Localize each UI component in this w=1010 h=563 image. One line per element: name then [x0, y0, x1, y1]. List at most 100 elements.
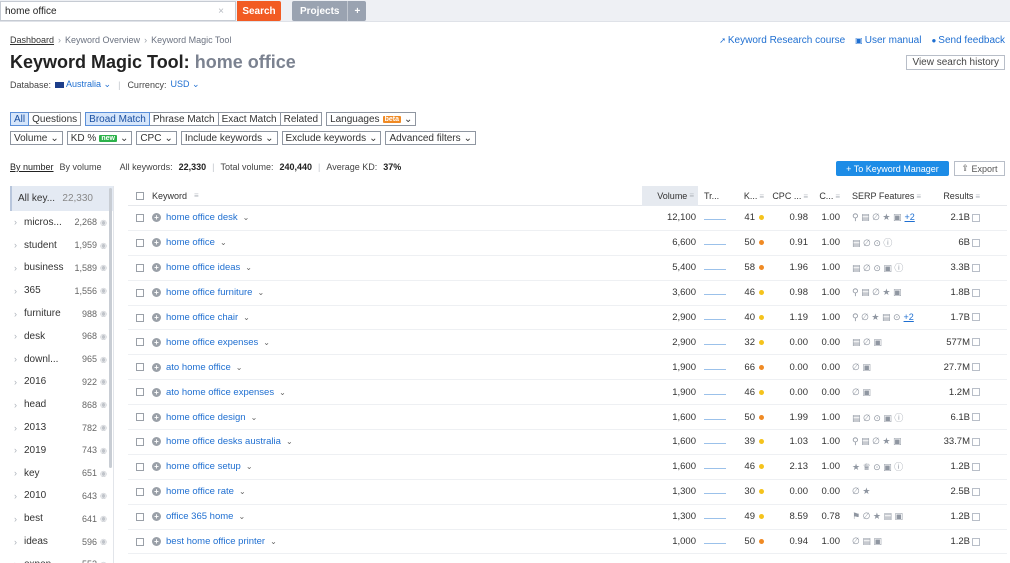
header-competition[interactable]: C... ≡	[812, 191, 844, 201]
row-checkbox[interactable]	[136, 512, 144, 521]
keyword-link[interactable]: home office rate	[166, 486, 234, 497]
currency-select[interactable]: USD ⌄	[170, 79, 199, 90]
tab-broad-match[interactable]: Broad Match	[85, 112, 150, 126]
keyword-link[interactable]: home office furniture	[166, 287, 252, 298]
eye-icon[interactable]: ◉	[97, 423, 107, 432]
add-keyword-icon[interactable]: +	[152, 213, 161, 223]
header-kd[interactable]: K... ≡	[730, 191, 770, 201]
keyword-link[interactable]: office 365 home	[166, 511, 233, 522]
keyword-link[interactable]: home office	[166, 237, 215, 248]
keyword-link[interactable]: home office design	[166, 412, 246, 423]
search-button[interactable]: Search	[237, 1, 281, 21]
header-serp-features[interactable]: SERP Features ≡	[844, 191, 930, 201]
chevron-down-icon[interactable]: ⌄	[263, 338, 270, 347]
tab-questions[interactable]: Questions	[29, 112, 82, 126]
keyword-link[interactable]: home office expenses	[166, 337, 258, 348]
sidebar-item[interactable]: › 2019 743 ◉	[10, 439, 113, 462]
advanced-filters[interactable]: Advanced filters ⌄	[385, 131, 477, 145]
sidebar-item[interactable]: ›expen...552◉	[10, 553, 113, 563]
keyword-link[interactable]: home office desk	[166, 212, 238, 223]
serp-snapshot-icon[interactable]	[972, 288, 980, 297]
sidebar-item[interactable]: › 365 1,556 ◉	[10, 279, 113, 302]
eye-icon[interactable]: ◉	[97, 377, 107, 386]
chevron-down-icon[interactable]: ⌄	[243, 313, 250, 322]
row-checkbox[interactable]	[136, 313, 144, 322]
eye-icon[interactable]: ◉	[97, 355, 107, 364]
sidebar-item[interactable]: › best 641 ◉	[10, 507, 113, 530]
keyword-link[interactable]: home office ideas	[166, 262, 240, 273]
chevron-down-icon[interactable]: ⌄	[220, 238, 227, 247]
add-keyword-icon[interactable]: +	[152, 238, 161, 248]
serp-snapshot-icon[interactable]	[972, 437, 980, 446]
add-keyword-icon[interactable]: +	[152, 412, 161, 422]
keyword-link[interactable]: home office setup	[166, 461, 241, 472]
chevron-down-icon[interactable]: ⌄	[239, 487, 246, 496]
eye-icon[interactable]: ◉	[97, 309, 107, 318]
eye-icon[interactable]: ◉	[97, 286, 107, 295]
row-checkbox[interactable]	[136, 413, 144, 422]
eye-icon[interactable]: ◉	[97, 218, 107, 227]
sidebar-item[interactable]: › key 651 ◉	[10, 462, 113, 485]
eye-icon[interactable]: ◉	[97, 514, 107, 523]
tab-all[interactable]: All	[10, 112, 30, 126]
eye-icon[interactable]: ◉	[97, 263, 107, 272]
sidebar-item[interactable]: › 2010 643 ◉	[10, 485, 113, 508]
group-by-number[interactable]: By number	[10, 162, 54, 172]
sidebar-item[interactable]: › ideas 596 ◉	[10, 530, 113, 553]
add-keyword-icon[interactable]: +	[152, 437, 161, 447]
eye-icon[interactable]: ◉	[97, 446, 107, 455]
feedback-link[interactable]: ● Send feedback	[931, 35, 1005, 46]
sidebar-item[interactable]: › desk 968 ◉	[10, 325, 113, 348]
serp-snapshot-icon[interactable]	[972, 313, 980, 322]
keyword-link[interactable]: home office desks australia	[166, 436, 281, 447]
sidebar-item[interactable]: › 2013 782 ◉	[10, 416, 113, 439]
row-checkbox[interactable]	[136, 263, 144, 272]
volume-filter[interactable]: Volume ⌄	[10, 131, 63, 145]
serp-snapshot-icon[interactable]	[972, 487, 980, 496]
add-keyword-icon[interactable]: +	[152, 263, 161, 273]
database-select[interactable]: Australia ⌄	[55, 79, 111, 90]
add-keyword-icon[interactable]: +	[152, 337, 161, 347]
row-checkbox[interactable]	[136, 288, 144, 297]
serp-snapshot-icon[interactable]	[972, 213, 980, 222]
eye-icon[interactable]: ◉	[97, 400, 107, 409]
sidebar-item-all-keywords[interactable]: All key... 22,330	[10, 186, 113, 211]
row-checkbox[interactable]	[136, 437, 144, 446]
header-volume[interactable]: Volume ≡	[642, 185, 698, 206]
tab-phrase-match[interactable]: Phrase Match	[149, 112, 219, 126]
group-by-volume[interactable]: By volume	[60, 162, 102, 172]
serp-snapshot-icon[interactable]	[972, 363, 980, 372]
exclude-keywords-filter[interactable]: Exclude keywords ⌄	[281, 131, 382, 145]
tab-exact-match[interactable]: Exact Match	[218, 112, 281, 126]
chevron-down-icon[interactable]: ⌄	[286, 437, 293, 446]
row-checkbox[interactable]	[136, 537, 144, 546]
sidebar-item[interactable]: › furniture 988 ◉	[10, 302, 113, 325]
sidebar-scrollbar[interactable]	[109, 188, 112, 468]
serp-snapshot-icon[interactable]	[972, 238, 980, 247]
keyword-link[interactable]: best home office printer	[166, 536, 265, 547]
header-keyword[interactable]: Keyword ≡	[152, 191, 642, 201]
select-all-checkbox[interactable]	[136, 191, 144, 200]
header-trend[interactable]: Tr...	[698, 191, 730, 201]
include-keywords-filter[interactable]: Include keywords ⌄	[180, 131, 278, 145]
sidebar-item[interactable]: › head 868 ◉	[10, 393, 113, 416]
serp-more-link[interactable]: +2	[904, 312, 914, 322]
chevron-down-icon[interactable]: ⌄	[270, 537, 277, 546]
tab-related[interactable]: Related	[280, 112, 323, 126]
add-keyword-icon[interactable]: +	[152, 512, 161, 522]
add-keyword-icon[interactable]: +	[152, 313, 161, 322]
chevron-down-icon[interactable]: ⌄	[246, 462, 253, 471]
chevron-down-icon[interactable]: ⌄	[243, 213, 250, 222]
serp-snapshot-icon[interactable]	[972, 338, 980, 347]
search-box[interactable]: ×	[0, 1, 236, 21]
languages-dropdown[interactable]: Languages beta ⌄	[326, 112, 417, 126]
eye-icon[interactable]: ◉	[97, 241, 107, 250]
view-search-history-button[interactable]: View search history	[906, 55, 1005, 70]
row-checkbox[interactable]	[136, 338, 144, 347]
add-keyword-icon[interactable]: +	[152, 288, 161, 298]
eye-icon[interactable]: ◉	[97, 332, 107, 341]
sidebar-item[interactable]: › business 1,589 ◉	[10, 257, 113, 280]
keyword-link[interactable]: ato home office expenses	[166, 387, 274, 398]
chevron-down-icon[interactable]: ⌄	[245, 263, 252, 272]
cpc-filter[interactable]: CPC ⌄	[136, 131, 177, 145]
